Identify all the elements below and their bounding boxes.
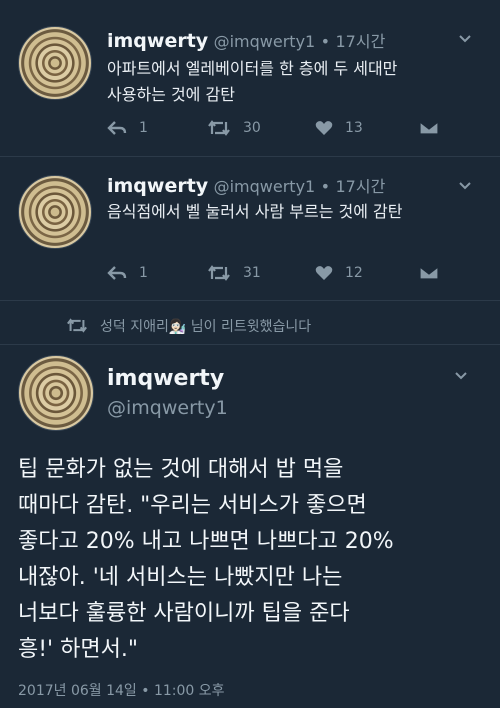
retweet-count: 31 [243,265,261,281]
avatar[interactable] [18,355,94,431]
author-name[interactable]: imqwerty [107,175,208,197]
dm-icon [419,266,439,280]
tweet-card[interactable]: imqwerty @imqwerty1 • 17시간 아파트에서 엘레베이터를 … [0,0,500,160]
author-handle[interactable]: @imqwerty1 [214,177,316,196]
like-count: 12 [345,265,363,281]
chevron-down-icon[interactable] [458,34,472,44]
tweet-actions: 1 31 12 [107,265,487,285]
dot-separator: • [320,32,331,51]
tweet-actions: 1 30 13 [107,120,487,140]
heart-icon [315,266,333,280]
heart-icon [315,121,333,135]
reply-count: 1 [139,120,148,136]
reply-button[interactable]: 1 [107,120,148,136]
chevron-down-icon[interactable] [454,371,468,381]
tweet-header: imqwerty @imqwerty1 • 17시간 [107,173,385,197]
retweet-count: 30 [243,120,261,136]
tweet-text-line: 아파트에서 엘레베이터를 한 층에 두 세대만 [107,59,398,78]
divider [0,300,500,301]
dot-separator: • [320,177,331,196]
author-name[interactable]: imqwerty [107,30,208,52]
tweet-text-line: 사용하는 것에 감탄 [107,85,235,104]
author-name[interactable]: imqwerty [107,366,224,391]
tweet-card[interactable]: imqwerty @imqwerty1 • 17시간 음식점에서 벨 눌러서 사… [0,157,500,297]
tweet-text-line: 음식점에서 벨 눌러서 사람 부르는 것에 감탄 [107,202,403,221]
retweet-icon [67,318,87,333]
reply-icon [107,266,127,280]
chevron-down-icon[interactable] [458,181,472,191]
tweet-timestamp[interactable]: 2017년 06월 14일 • 11:00 오후 [18,680,225,700]
reply-icon [107,121,127,135]
retweet-icon [208,120,230,136]
tweet-text-line: 내잖아. '네 서비스는 나빴지만 나는 [18,565,343,590]
like-count: 13 [345,120,363,136]
divider [0,344,500,345]
like-button[interactable]: 13 [315,120,363,136]
tweet-text: 아파트에서 엘레베이터를 한 층에 두 세대만 사용하는 것에 감탄 [107,56,487,108]
main-tweet-text: 팁 문화가 없는 것에 대해서 밥 먹을 때마다 감탄. "우리는 서비스가 좋… [18,452,486,668]
reply-button[interactable]: 1 [107,265,148,281]
tweet-text-line: 너보다 훌륭한 사람이니까 팁을 준다 [18,601,350,626]
tweet-text-line: 흥!' 하면서." [18,637,138,662]
tweet-text: 음식점에서 벨 눌러서 사람 부르는 것에 감탄 [107,199,492,225]
tweet-text-line: 때마다 감탄. "우리는 서비스가 좋으면 [18,493,367,518]
retweet-icon [208,265,230,281]
retweet-notice[interactable]: 성덕 지애리👩🏻‍🔬 님이 리트윗했습니다 [100,316,311,336]
tweet-time[interactable]: 17시간 [335,32,385,51]
retweet-button[interactable]: 31 [207,265,261,281]
avatar[interactable] [18,26,92,100]
dm-button[interactable] [419,120,439,136]
tweet-text-line: 팁 문화가 없는 것에 대해서 밥 먹을 [18,457,344,482]
tweet-text-line: 좋다고 20% 내고 나쁘면 나쁘다고 20% [18,529,394,554]
tweet-header: imqwerty @imqwerty1 • 17시간 [107,28,385,52]
retweet-button[interactable]: 30 [207,120,261,136]
reply-count: 1 [139,265,148,281]
dm-button[interactable] [419,265,439,281]
author-handle[interactable]: @imqwerty1 [214,32,316,51]
author-handle[interactable]: @imqwerty1 [107,397,228,419]
dm-icon [419,121,439,135]
tweet-time[interactable]: 17시간 [335,177,385,196]
like-button[interactable]: 12 [315,265,363,281]
avatar[interactable] [18,175,92,249]
